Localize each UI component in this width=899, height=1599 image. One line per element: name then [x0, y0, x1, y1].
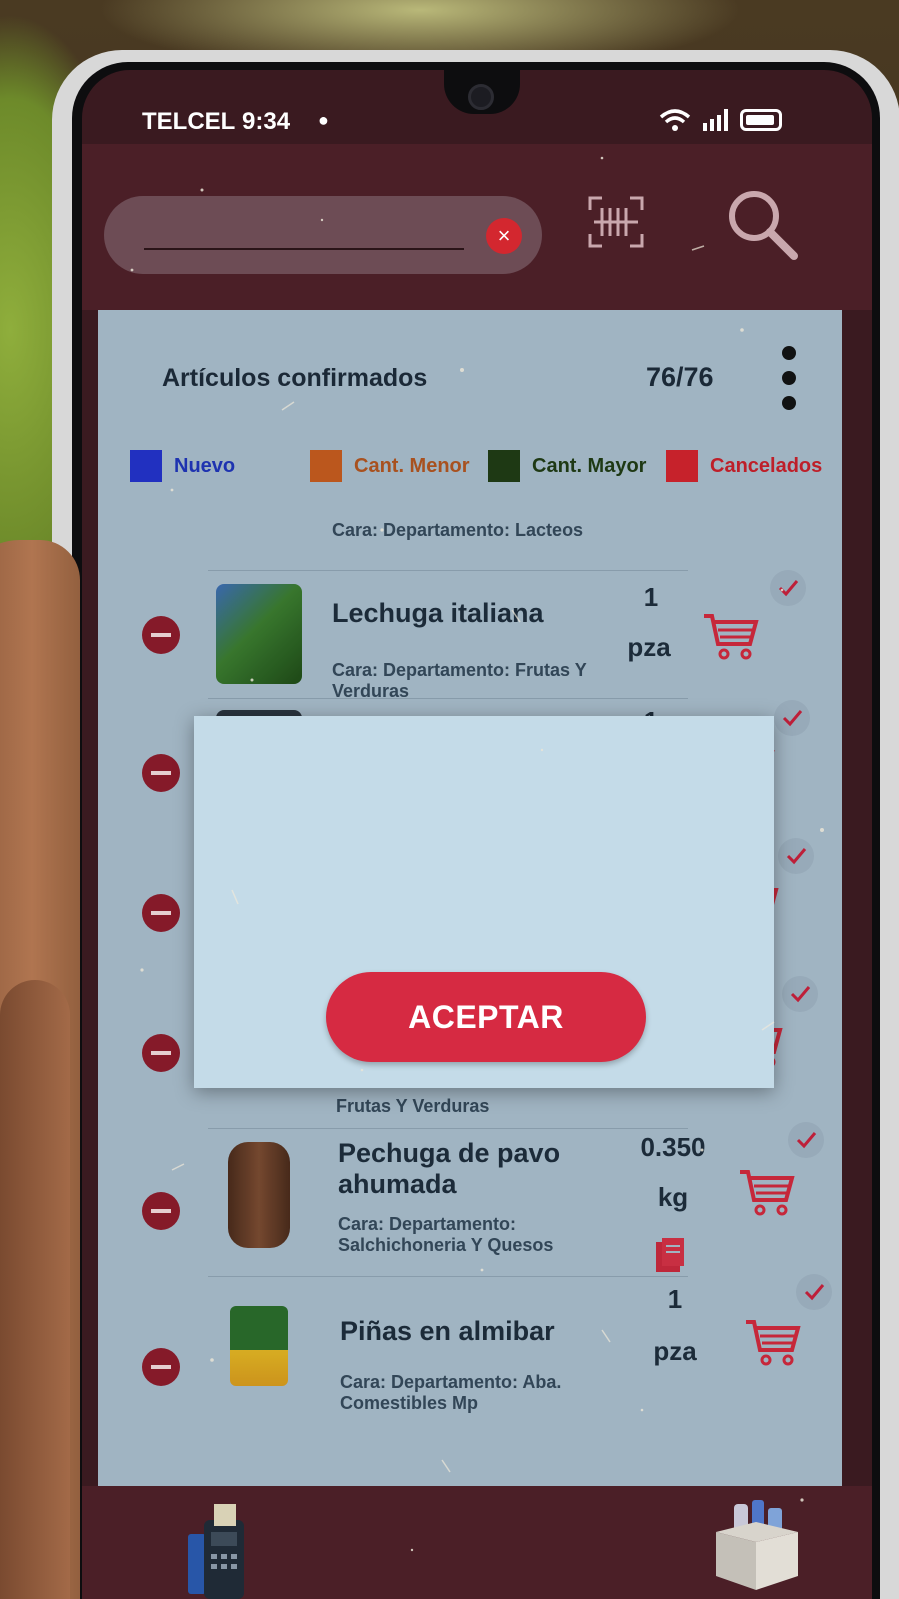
bottom-navigation	[82, 1486, 872, 1599]
phone-screen: TELCEL 9:34 ● × Artículos confirmados 76…	[82, 70, 872, 1599]
signal-icon	[703, 109, 728, 131]
confirmation-dialog: ACEPTAR	[194, 716, 774, 1088]
holding-finger-lower	[0, 980, 70, 1599]
barcode-scan-icon[interactable]	[588, 196, 644, 248]
grocery-box-icon[interactable]	[708, 1498, 804, 1594]
wifi-icon	[659, 109, 691, 131]
search-input[interactable]: ×	[104, 196, 542, 274]
payment-terminal-icon[interactable]	[184, 1504, 250, 1599]
clear-icon[interactable]: ×	[486, 218, 522, 254]
status-icons	[659, 108, 782, 132]
search-icon[interactable]	[722, 184, 802, 264]
search-underline	[144, 248, 464, 250]
status-bar: TELCEL 9:34 ●	[82, 98, 872, 144]
carrier-label: TELCEL	[142, 108, 236, 135]
battery-icon	[740, 109, 782, 131]
location-icon: ●	[318, 110, 329, 130]
accept-button[interactable]: ACEPTAR	[326, 972, 646, 1062]
clock: 9:34	[242, 108, 291, 135]
app-header: ×	[82, 144, 872, 310]
